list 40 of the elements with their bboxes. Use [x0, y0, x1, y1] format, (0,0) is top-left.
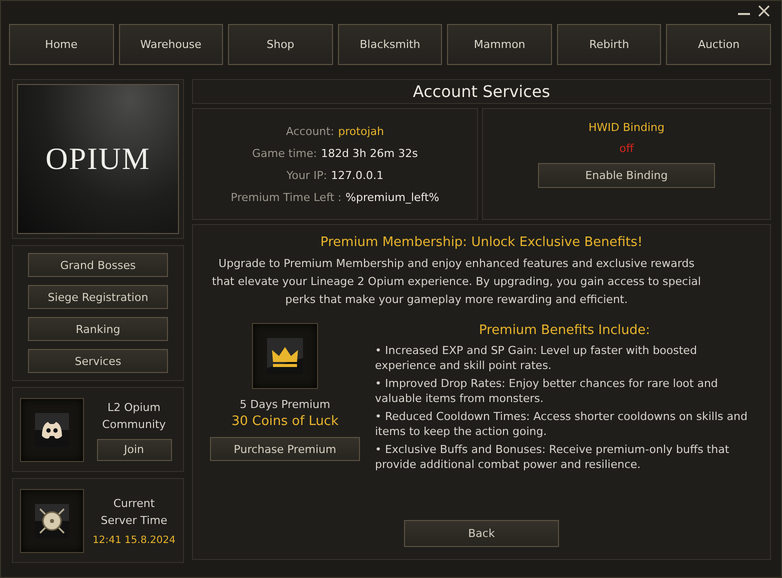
server-time-value: 12:41 15.8.2024	[92, 535, 176, 546]
premium-heading: Premium Membership: Unlock Exclusive Benefits!	[319, 235, 644, 250]
menu-button[interactable]: Ranking	[28, 317, 168, 341]
back-button[interactable]: Back	[404, 520, 559, 547]
nav-tab[interactable]: Mammon	[447, 24, 552, 65]
server-time-label: Current Server Time	[100, 496, 168, 529]
community-label: L2 Opium Community	[101, 400, 167, 432]
nav-tab[interactable]: Rebirth	[556, 24, 662, 65]
field-label: Your IP:	[286, 168, 328, 182]
nav-tab[interactable]: Blacksmith	[338, 24, 442, 65]
nav-tab[interactable]: Home	[9, 24, 114, 65]
enable-binding-button[interactable]: Enable Binding	[538, 163, 715, 188]
field-label: Game time:	[252, 146, 317, 160]
page-title: Account Services	[192, 79, 771, 104]
join-button[interactable]: Join	[96, 438, 172, 460]
field-value: 182d 3h 26m 32s	[320, 146, 418, 160]
logo: OPIUM	[46, 141, 150, 177]
field-label: Account:	[286, 124, 334, 138]
menu-button[interactable]: Grand Bosses	[28, 253, 168, 277]
menu-button[interactable]: Siege Registration	[28, 285, 168, 309]
benefits-title: Premium Benefits Include:	[478, 323, 652, 338]
benefit-text: • Exclusive Buffs and Bonuses: Receive premium-only buffs that provide additional combat power and resilience.	[375, 442, 730, 472]
field-label: Premium Time Left :	[230, 190, 342, 204]
benefit-text: • Increased EXP and SP Gain: Level up faster with boosted experience and skill point rates.	[375, 343, 698, 373]
nav-tab[interactable]: Auction	[666, 24, 772, 65]
hwid-title: HWID Binding	[588, 121, 664, 134]
benefit-text: • Improved Drop Rates: Enjoy better chances for rare loot and valuable items from monsters.	[375, 376, 719, 406]
close-icon[interactable]	[757, 4, 771, 18]
offer-name: 5 Days Premium	[240, 398, 330, 411]
purchase-button[interactable]: Purchase Premium	[210, 437, 360, 461]
field-value: protojah	[338, 124, 384, 138]
offer-price: 30 Coins of Luck	[231, 414, 339, 429]
field-value: %premium_left%	[346, 190, 440, 204]
hwid-status: off	[619, 142, 634, 155]
menu-button[interactable]: Services	[28, 349, 168, 373]
field-value: 127.0.0.1	[331, 168, 384, 182]
intro-text: Upgrade to Premium Membership and enjoy enhanced features and exclusive rewards that elevate your Lineage 2 Opium experience. By upgrading, you gain access to special perks that make your gameplay more rewarding and efficient.	[211, 256, 702, 308]
benefit-text: • Reduced Cooldown Times: Access shorter cooldowns on skills and items to keep the action going.	[375, 409, 748, 439]
nav-tab[interactable]: Warehouse	[118, 24, 224, 65]
nav-tab[interactable]: Shop	[228, 24, 333, 65]
